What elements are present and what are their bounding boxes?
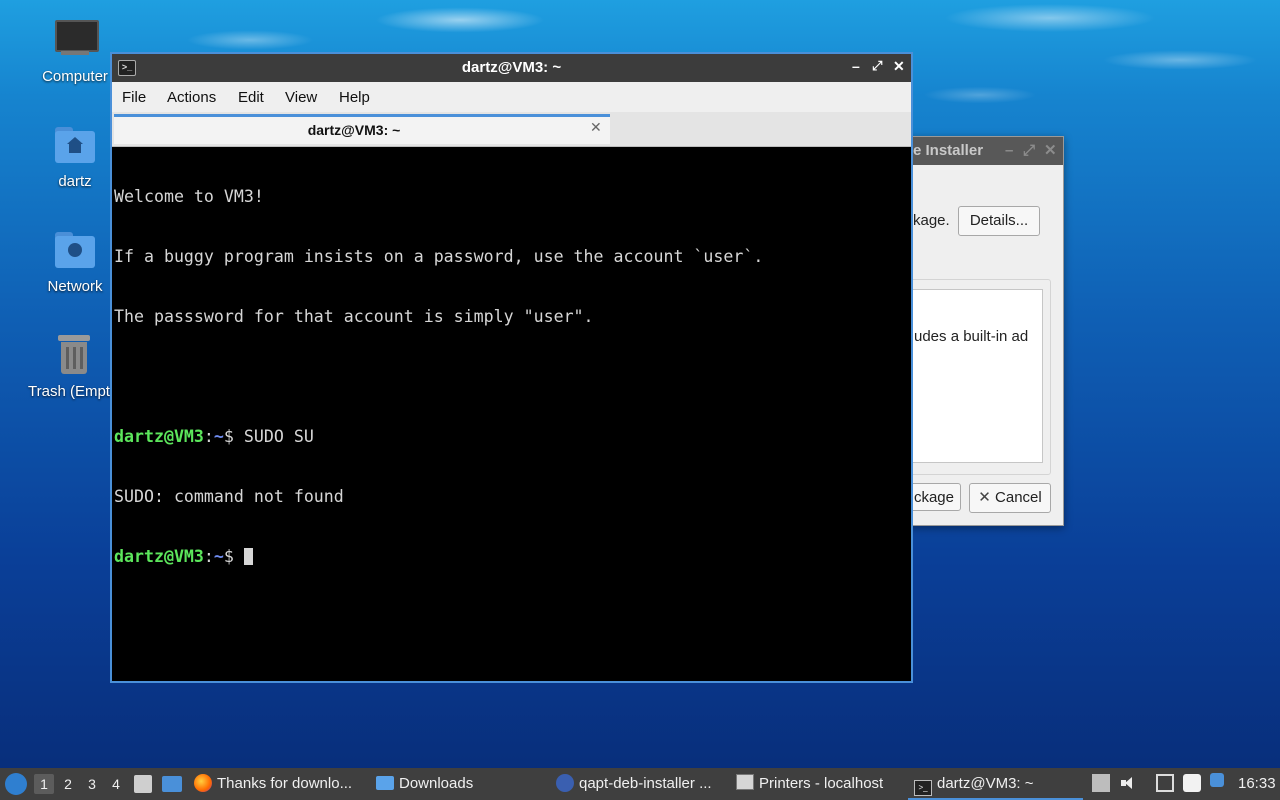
tray-expand-icon[interactable]: [1092, 774, 1110, 792]
task-downloads[interactable]: Downloads: [376, 768, 546, 800]
start-menu-icon[interactable]: [5, 773, 27, 795]
installer-status-text: kage.: [913, 212, 950, 229]
installer-title: e Installer: [913, 142, 984, 159]
desktop-icon-computer[interactable]: Computer: [27, 18, 123, 85]
terminal-output[interactable]: Welcome to VM3! If a buggy program insis…: [114, 147, 909, 681]
prompt-user: dartz@VM3: [114, 427, 204, 446]
cancel-icon: ✕: [978, 489, 991, 506]
desktop-icon-label: Computer: [42, 68, 108, 85]
prompt-separator: :: [203, 547, 214, 566]
terminal-titlebar[interactable]: >_ dartz@VM3: ~ – ⤢ ✕: [112, 54, 911, 82]
terminal-icon: >_: [914, 780, 932, 796]
minimize-icon[interactable]: –: [1005, 137, 1013, 165]
task-label: qapt-deb-installer ...: [579, 775, 712, 792]
network-folder-icon: [53, 228, 97, 272]
terminal-menubar: File Actions Edit View Help: [112, 82, 911, 112]
command-text: SUDO SU: [243, 427, 314, 446]
close-icon[interactable]: ✕: [1044, 137, 1057, 165]
terminal-title: dartz@VM3: ~: [461, 59, 562, 76]
menu-actions[interactable]: Actions: [167, 89, 216, 106]
folder-icon: [376, 776, 394, 790]
show-desktop-icon[interactable]: [162, 776, 182, 792]
workspace-1[interactable]: 1: [34, 774, 54, 794]
clock[interactable]: 16:33: [1238, 768, 1276, 800]
computer-icon: [53, 18, 99, 62]
maximize-icon[interactable]: ⤢: [1023, 137, 1035, 165]
prompt-path: ~: [213, 427, 224, 446]
installer-icon: [556, 774, 574, 792]
description-text: udes a built-in ad: [914, 328, 1029, 345]
desktop-icon-label: Trash (Empt: [28, 383, 110, 400]
prompt-user: dartz@VM3: [114, 547, 204, 566]
tab-title: dartz@VM3: ~: [307, 122, 401, 138]
text-cursor: [243, 548, 253, 565]
task-label: dartz@VM3: ~: [937, 775, 1034, 792]
task-label: Thanks for downlo...: [217, 775, 353, 792]
close-icon[interactable]: ✕: [893, 58, 905, 75]
current-prompt-line: dartz@VM3:~$: [114, 547, 909, 567]
task-printers[interactable]: Printers - localhost: [736, 768, 906, 800]
task-qapt-installer[interactable]: qapt-deb-installer ...: [556, 768, 726, 800]
file-manager-launcher-icon[interactable]: [134, 775, 152, 793]
command-line: dartz@VM3:~$ SUDO SU: [114, 427, 909, 447]
maximize-icon[interactable]: ⤢: [872, 58, 882, 74]
update-notifier-icon[interactable]: [1210, 773, 1224, 787]
prompt-dollar: $: [223, 427, 244, 446]
welcome-line: If a buggy program insists on a password…: [114, 247, 764, 266]
welcome-line: The passsword for that account is simply…: [114, 307, 594, 326]
task-terminal[interactable]: >_ dartz@VM3: ~: [908, 768, 1083, 800]
welcome-line: Welcome to VM3!: [114, 187, 264, 206]
prompt-path: ~: [213, 547, 224, 566]
workspace-4[interactable]: 4: [106, 774, 126, 794]
menu-file[interactable]: File: [122, 89, 146, 106]
cancel-button[interactable]: ✕ Cancel: [969, 483, 1051, 513]
home-folder-icon: [53, 123, 97, 167]
firefox-icon: [194, 774, 212, 792]
desktop-icon-label: dartz: [58, 173, 92, 190]
workspace-3[interactable]: 3: [82, 774, 102, 794]
printer-icon: [736, 774, 754, 790]
error-line: SUDO: command not found: [114, 487, 344, 506]
menu-help[interactable]: Help: [339, 89, 370, 106]
terminal-window: >_ dartz@VM3: ~ – ⤢ ✕ File Actions Edit …: [110, 52, 913, 683]
cancel-button-label: Cancel: [995, 489, 1042, 506]
workspace-2[interactable]: 2: [58, 774, 78, 794]
task-label: Downloads: [399, 775, 474, 792]
minimize-icon[interactable]: –: [852, 58, 860, 74]
prompt-dollar: $: [223, 547, 244, 566]
menu-edit[interactable]: Edit: [238, 89, 264, 106]
volume-icon[interactable]: [1119, 774, 1137, 792]
network-tray-icon[interactable]: [1156, 774, 1174, 792]
clipboard-icon[interactable]: [1183, 774, 1201, 792]
terminal-tab[interactable]: dartz@VM3: ~ ✕: [114, 114, 610, 144]
menu-view[interactable]: View: [285, 89, 317, 106]
desktop-icon-dartz[interactable]: dartz: [27, 123, 123, 190]
terminal-tabbar: dartz@VM3: ~ ✕: [112, 112, 911, 147]
prompt-separator: :: [203, 427, 214, 446]
desktop-icon-trash[interactable]: Trash (Empt: [26, 333, 122, 400]
description-textbox: udes a built-in ad: [909, 289, 1043, 463]
tab-close-icon[interactable]: ✕: [590, 119, 602, 136]
task-firefox[interactable]: Thanks for downlo...: [194, 768, 364, 800]
desktop-icon-network[interactable]: Network: [27, 228, 123, 295]
taskbar: 1 2 3 4 Thanks for downlo... Downloads q…: [0, 768, 1280, 800]
trash-icon: [52, 333, 96, 377]
details-button[interactable]: Details...: [958, 206, 1040, 236]
task-label: Printers - localhost: [759, 775, 884, 792]
desktop-icon-label: Network: [47, 278, 103, 295]
